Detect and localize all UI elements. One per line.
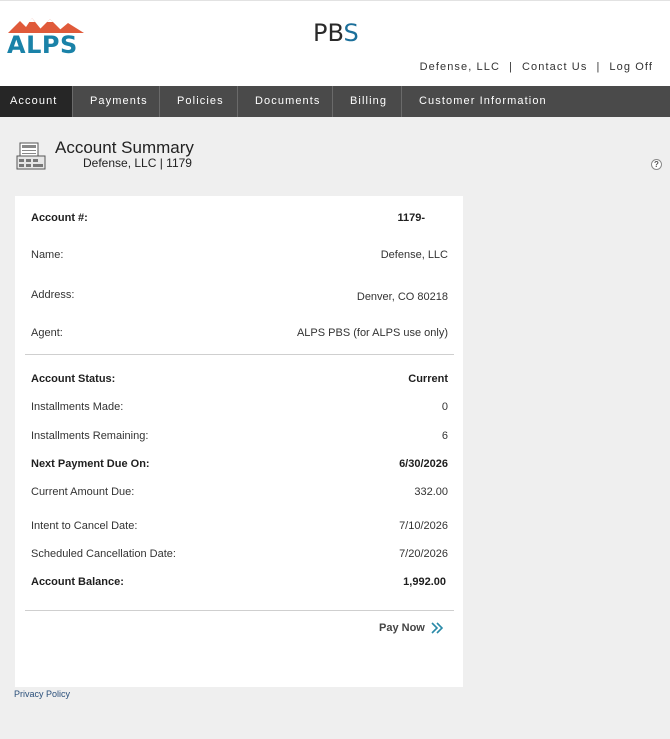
address-value: Denver, CO 80218 bbox=[356, 291, 448, 303]
intent-to-cancel-row: Intent to Cancel Date: 7/10/2026 bbox=[31, 520, 448, 536]
pay-now-button[interactable]: Pay Now bbox=[379, 622, 443, 634]
account-status-label: Account Status: bbox=[31, 373, 116, 385]
current-amount-due-value: 332.00 bbox=[414, 486, 448, 498]
pbs-logo-s: S bbox=[343, 19, 359, 47]
next-payment-value: 6/30/2026 bbox=[399, 458, 448, 470]
agent-label: Agent: bbox=[31, 327, 63, 339]
page-title: Account Summary bbox=[55, 138, 194, 157]
account-summary-card: Account #: 1179- Name: Defense, LLC Addr… bbox=[15, 196, 463, 687]
intent-to-cancel-label: Intent to Cancel Date: bbox=[31, 520, 138, 532]
pbs-logo-p: P bbox=[313, 19, 328, 47]
link-separator: | bbox=[596, 61, 601, 73]
account-summary-icon bbox=[16, 142, 46, 170]
tab-payments[interactable]: Payments bbox=[73, 86, 160, 117]
tab-customer-information[interactable]: Customer Information bbox=[402, 86, 546, 117]
help-icon[interactable]: ? bbox=[651, 159, 662, 170]
agent-row: Agent: ALPS PBS (for ALPS use only) bbox=[31, 327, 448, 343]
alps-logo-text: ALPS bbox=[7, 31, 78, 59]
pay-now-label: Pay Now bbox=[379, 622, 425, 634]
account-status-row: Account Status: Current bbox=[31, 373, 448, 389]
log-off-link[interactable]: Log Off bbox=[609, 61, 653, 73]
account-balance-row: Account Balance: 1,992.00 bbox=[31, 576, 448, 592]
account-number-row: Account #: 1179- bbox=[31, 212, 448, 228]
installments-made-row: Installments Made: 0 bbox=[31, 401, 448, 417]
current-amount-due-label: Current Amount Due: bbox=[31, 486, 135, 498]
company-link[interactable]: Defense, LLC bbox=[420, 61, 500, 73]
tab-policies[interactable]: Policies bbox=[160, 86, 238, 117]
section-divider bbox=[25, 354, 454, 355]
alps-logo[interactable]: ALPS bbox=[6, 15, 86, 59]
link-separator: | bbox=[509, 61, 514, 73]
address-row: Address: Denver, CO 80218 bbox=[31, 289, 448, 305]
tab-account[interactable]: Account bbox=[0, 86, 73, 117]
agent-value: ALPS PBS (for ALPS use only) bbox=[296, 327, 448, 339]
double-chevron-right-icon bbox=[431, 622, 443, 634]
privacy-policy-link[interactable]: Privacy Policy bbox=[14, 689, 70, 699]
name-label: Name: bbox=[31, 249, 64, 261]
pbs-logo: PBS bbox=[313, 19, 359, 47]
scheduled-cancellation-row: Scheduled Cancellation Date: 7/20/2026 bbox=[31, 548, 448, 564]
scheduled-cancellation-value: 7/20/2026 bbox=[399, 548, 448, 560]
installments-made-label: Installments Made: bbox=[31, 401, 124, 413]
address-label: Address: bbox=[31, 289, 75, 301]
installments-remaining-value: 6 bbox=[441, 430, 448, 442]
next-payment-row: Next Payment Due On: 6/30/2026 bbox=[31, 458, 448, 474]
scheduled-cancellation-label: Scheduled Cancellation Date: bbox=[31, 548, 176, 560]
name-row: Name: Defense, LLC bbox=[31, 249, 448, 265]
account-number-label: Account #: bbox=[31, 212, 88, 224]
intent-to-cancel-value: 7/10/2026 bbox=[399, 520, 448, 532]
account-status-value: Current bbox=[408, 373, 448, 385]
contact-us-link[interactable]: Contact Us bbox=[522, 61, 587, 73]
installments-remaining-row: Installments Remaining: 6 bbox=[31, 430, 448, 446]
installments-remaining-label: Installments Remaining: bbox=[31, 430, 149, 442]
tab-billing[interactable]: Billing bbox=[333, 86, 402, 117]
tab-documents[interactable]: Documents bbox=[238, 86, 333, 117]
header: ALPS PBS Defense, LLC | Contact Us | Log… bbox=[0, 0, 670, 86]
page-subtitle: Defense, LLC | 1179 bbox=[83, 156, 192, 170]
top-links: Defense, LLC | Contact Us | Log Off bbox=[420, 61, 653, 73]
installments-made-value: 0 bbox=[441, 401, 448, 413]
section-divider bbox=[25, 610, 454, 611]
pbs-logo-b: B bbox=[327, 19, 344, 47]
current-amount-due-row: Current Amount Due: 332.00 bbox=[31, 486, 448, 502]
main-nav: Account Payments Policies Documents Bill… bbox=[0, 86, 670, 117]
account-balance-value: 1,992.00 bbox=[403, 576, 446, 588]
account-number-value: 1179- bbox=[397, 212, 425, 224]
name-value: Defense, LLC bbox=[380, 249, 448, 261]
next-payment-label: Next Payment Due On: bbox=[31, 458, 150, 470]
account-balance-label: Account Balance: bbox=[31, 576, 124, 588]
